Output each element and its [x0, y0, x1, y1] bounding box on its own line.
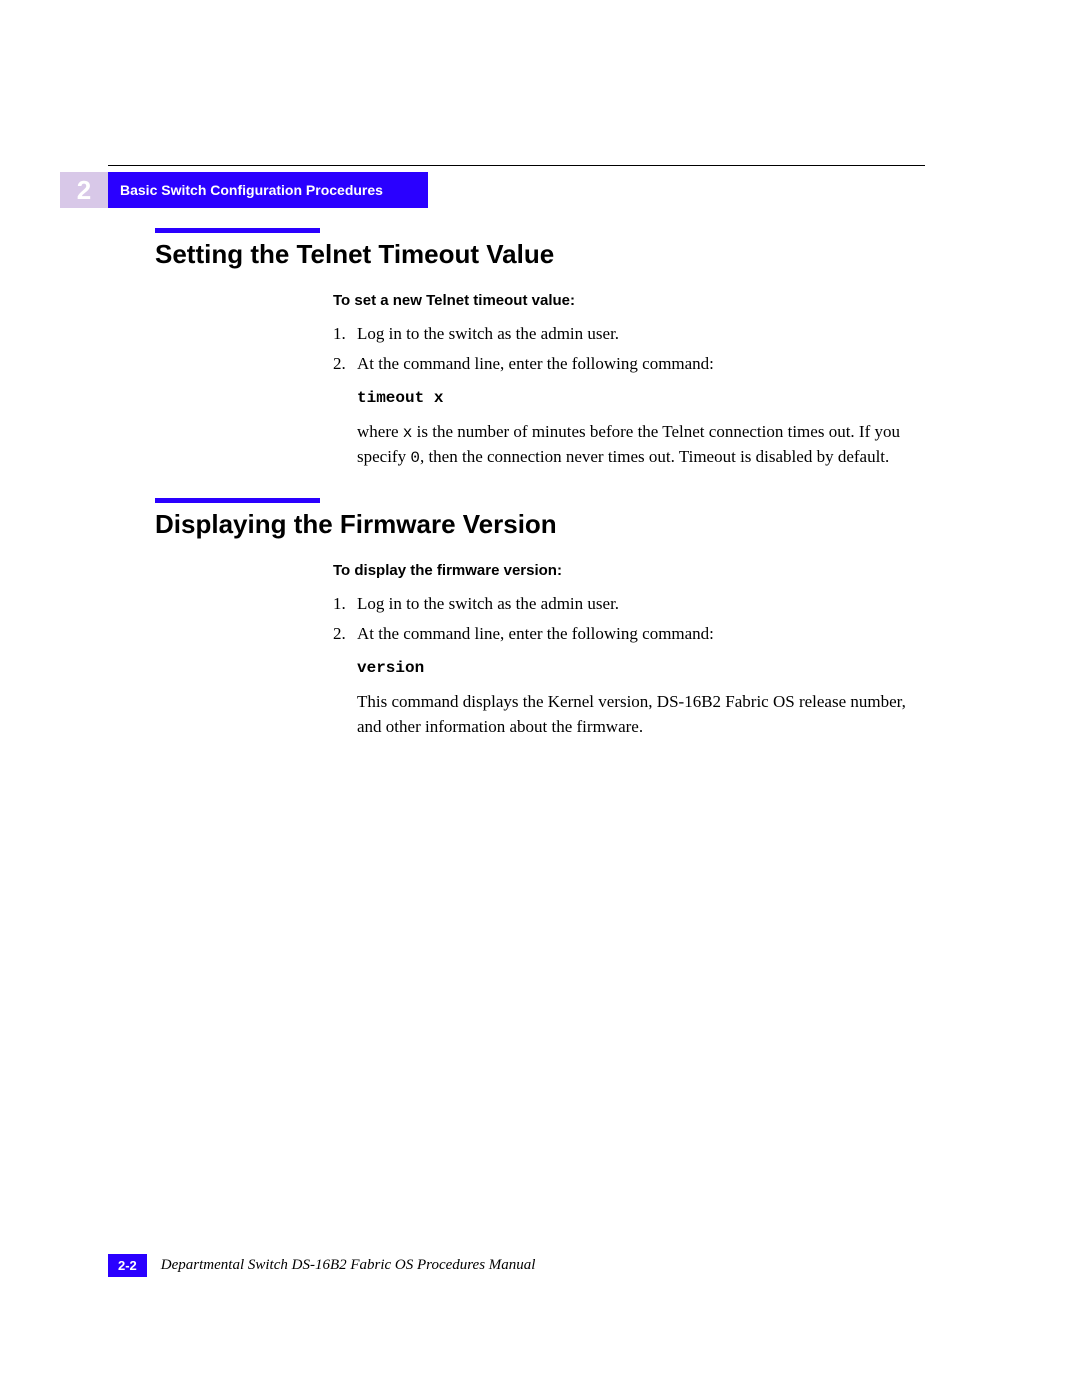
step-number: 2. — [333, 622, 357, 647]
step-text: At the command line, enter the following… — [357, 352, 925, 377]
step-number: 1. — [333, 322, 357, 347]
step-number: 2. — [333, 352, 357, 377]
step-1: 1. Log in to the switch as the admin use… — [333, 322, 925, 347]
step-2: 2. At the command line, enter the follow… — [333, 622, 925, 647]
section-title: Setting the Telnet Timeout Value — [155, 239, 925, 270]
section-rule — [155, 498, 320, 503]
section-firmware-version: Displaying the Firmware Version To displ… — [155, 498, 925, 746]
section-telnet-timeout: Setting the Telnet Timeout Value To set … — [155, 228, 925, 477]
footer-title: Departmental Switch DS-16B2 Fabric OS Pr… — [161, 1257, 536, 1274]
step-number: 1. — [333, 592, 357, 617]
top-rule — [108, 165, 925, 166]
page-footer: 2-2 Departmental Switch DS-16B2 Fabric O… — [108, 1254, 925, 1277]
chapter-number: 2 — [77, 175, 91, 206]
command-text: timeout x — [357, 387, 925, 410]
section-content: To display the firmware version: 1. Log … — [333, 560, 925, 740]
step-text: Log in to the switch as the admin user. — [357, 592, 925, 617]
section-title: Displaying the Firmware Version — [155, 509, 925, 540]
subheading: To set a new Telnet timeout value: — [333, 290, 925, 312]
subheading: To display the firmware version: — [333, 560, 925, 582]
section-rule — [155, 228, 320, 233]
code-inline: x — [403, 424, 413, 442]
step-text: Log in to the switch as the admin user. — [357, 322, 925, 347]
paragraph: where x is the number of minutes before … — [357, 420, 925, 470]
text-fragment: where — [357, 422, 403, 441]
step-text: At the command line, enter the following… — [357, 622, 925, 647]
step-2: 2. At the command line, enter the follow… — [333, 352, 925, 377]
step-1: 1. Log in to the switch as the admin use… — [333, 592, 925, 617]
header-bar: Basic Switch Configuration Procedures — [108, 172, 428, 208]
document-page: 2 Basic Switch Configuration Procedures … — [0, 0, 1080, 1397]
chapter-tab: 2 — [60, 172, 108, 208]
section-content: To set a new Telnet timeout value: 1. Lo… — [333, 290, 925, 471]
paragraph: This command displays the Kernel version… — [357, 690, 925, 739]
code-inline: 0 — [410, 449, 420, 467]
page-number: 2-2 — [108, 1254, 147, 1277]
command-text: version — [357, 657, 925, 680]
header-title: Basic Switch Configuration Procedures — [108, 182, 383, 198]
text-fragment: , then the connection never times out. T… — [420, 447, 889, 466]
